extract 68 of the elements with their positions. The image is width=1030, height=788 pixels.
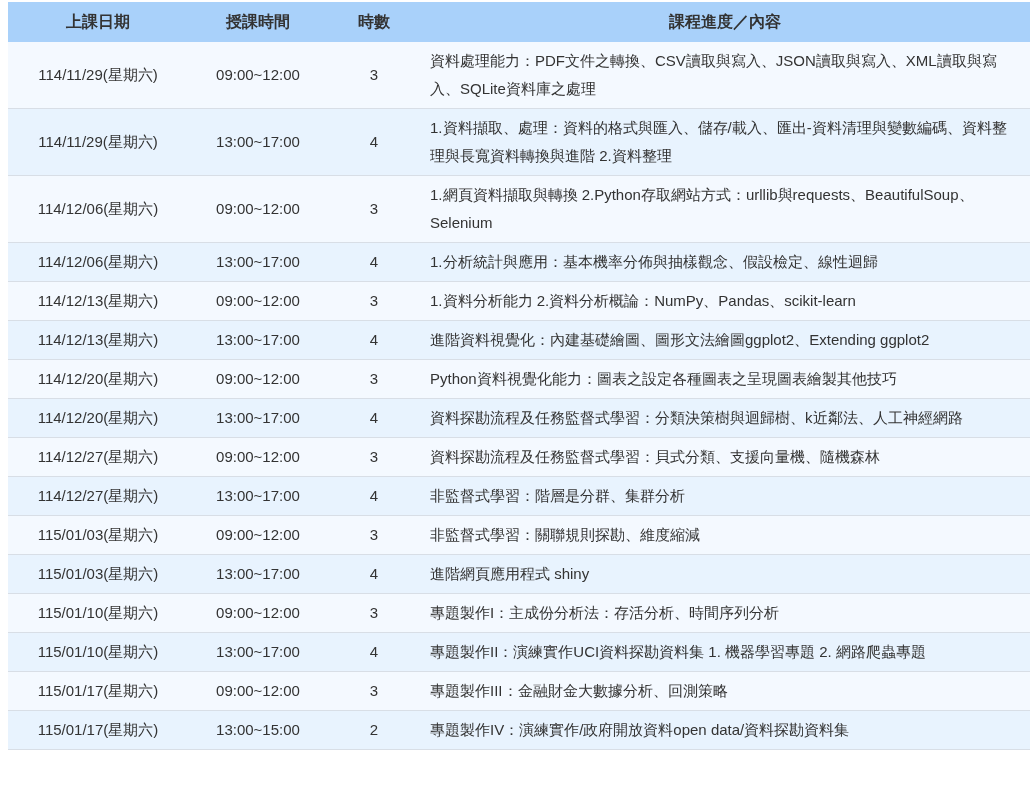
column-header: 時數 xyxy=(328,2,420,42)
table-cell: 115/01/10(星期六) xyxy=(8,593,188,633)
table-cell: 3 xyxy=(328,281,420,321)
table-cell: 13:00~17:00 xyxy=(188,554,328,594)
table-cell: 114/12/06(星期六) xyxy=(8,242,188,282)
table-cell: 09:00~12:00 xyxy=(188,593,328,633)
table-cell: 115/01/10(星期六) xyxy=(8,632,188,672)
table-cell: 114/12/06(星期六) xyxy=(8,175,188,243)
table-cell: 13:00~17:00 xyxy=(188,108,328,176)
table-cell: 4 xyxy=(328,554,420,594)
table-cell: 非監督式學習：階層是分群、集群分析 xyxy=(420,476,1030,516)
table-cell: 3 xyxy=(328,515,420,555)
table-cell: 114/11/29(星期六) xyxy=(8,108,188,176)
table-cell: 13:00~15:00 xyxy=(188,710,328,750)
table-cell: 專題製作III：金融財金大數據分析、回測策略 xyxy=(420,671,1030,711)
table-cell: 4 xyxy=(328,108,420,176)
table-cell: 進階網頁應用程式 shiny xyxy=(420,554,1030,594)
table-cell: 4 xyxy=(328,476,420,516)
table-cell: 114/11/29(星期六) xyxy=(8,42,188,109)
table-cell: 09:00~12:00 xyxy=(188,515,328,555)
table-cell: 專題製作I：主成份分析法：存活分析、時間序列分析 xyxy=(420,593,1030,633)
table-cell: 3 xyxy=(328,175,420,243)
table-cell: 3 xyxy=(328,42,420,109)
table-cell: 09:00~12:00 xyxy=(188,359,328,399)
table-cell: 115/01/03(星期六) xyxy=(8,515,188,555)
table-cell: 3 xyxy=(328,437,420,477)
table-cell: 非監督式學習：關聯規則探勘、維度縮減 xyxy=(420,515,1030,555)
table-cell: 13:00~17:00 xyxy=(188,398,328,438)
table-cell: 09:00~12:00 xyxy=(188,671,328,711)
table-cell: 資料探勘流程及任務監督式學習：貝式分類、支援向量機、隨機森林 xyxy=(420,437,1030,477)
table-cell: 09:00~12:00 xyxy=(188,175,328,243)
table-cell: 4 xyxy=(328,398,420,438)
table-cell: 13:00~17:00 xyxy=(188,320,328,360)
table-cell: 114/12/13(星期六) xyxy=(8,281,188,321)
table-cell: 09:00~12:00 xyxy=(188,437,328,477)
table-cell: 114/12/13(星期六) xyxy=(8,320,188,360)
table-cell: 4 xyxy=(328,632,420,672)
table-cell: 3 xyxy=(328,593,420,633)
table-cell: 114/12/20(星期六) xyxy=(8,359,188,399)
table-cell: 專題製作IV：演練實作/政府開放資料open data/資料探勘資料集 xyxy=(420,710,1030,750)
table-cell: 09:00~12:00 xyxy=(188,281,328,321)
table-cell: 3 xyxy=(328,671,420,711)
table-cell: 09:00~12:00 xyxy=(188,42,328,109)
table-cell: 1.分析統計與應用：基本機率分佈與抽樣觀念、假設檢定、線性迴歸 xyxy=(420,242,1030,282)
table-cell: 資料探勘流程及任務監督式學習：分類決策樹與迴歸樹、k近鄰法、人工神經網路 xyxy=(420,398,1030,438)
column-header: 上課日期 xyxy=(8,2,188,42)
column-header: 授課時間 xyxy=(188,2,328,42)
table-cell: 13:00~17:00 xyxy=(188,242,328,282)
table-cell: 專題製作II：演練實作UCI資料探勘資料集 1. 機器學習專題 2. 網路爬蟲專題 xyxy=(420,632,1030,672)
table-cell: 4 xyxy=(328,242,420,282)
table-cell: 1.資料擷取、處理：資料的格式與匯入、儲存/載入、匯出-資料清理與變數編碼、資料整理與長寬資料轉換與進階 2.資料整理 xyxy=(420,108,1030,176)
table-cell: 1.網頁資料擷取與轉換 2.Python存取網站方式：urllib與requests、BeautifulSoup、Selenium xyxy=(420,175,1030,243)
table-cell: 4 xyxy=(328,320,420,360)
table-cell: 115/01/03(星期六) xyxy=(8,554,188,594)
table-cell: 1.資料分析能力 2.資料分析概論：NumPy、Pandas、scikit-learn xyxy=(420,281,1030,321)
table-cell: Python資料視覺化能力：圖表之設定各種圖表之呈現圖表繪製其他技巧 xyxy=(420,359,1030,399)
table-cell: 資料處理能力：PDF文件之轉換、CSV讀取與寫入、JSON讀取與寫入、XML讀取與寫入、SQLite資料庫之處理 xyxy=(420,42,1030,109)
table-cell: 114/12/27(星期六) xyxy=(8,437,188,477)
column-header: 課程進度／內容 xyxy=(420,2,1030,42)
table-cell: 114/12/27(星期六) xyxy=(8,476,188,516)
table-cell: 13:00~17:00 xyxy=(188,476,328,516)
table-cell: 3 xyxy=(328,359,420,399)
table-cell: 2 xyxy=(328,710,420,750)
table-cell: 115/01/17(星期六) xyxy=(8,710,188,750)
table-cell: 114/12/20(星期六) xyxy=(8,398,188,438)
table-cell: 115/01/17(星期六) xyxy=(8,671,188,711)
table-cell: 13:00~17:00 xyxy=(188,632,328,672)
table-cell: 進階資料視覺化：內建基礎繪圖、圖形文法繪圖ggplot2、Extending ggplot2 xyxy=(420,320,1030,360)
